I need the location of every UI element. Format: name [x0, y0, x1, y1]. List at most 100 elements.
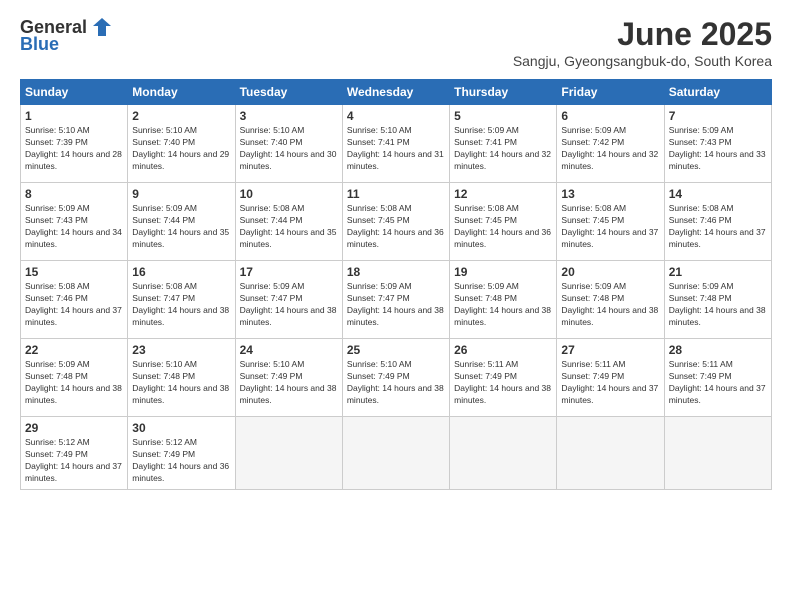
calendar-day-cell: 27 Sunrise: 5:11 AMSunset: 7:49 PMDayligh…	[557, 339, 664, 417]
calendar-day-cell: 17 Sunrise: 5:09 AMSunset: 7:47 PMDayligh…	[235, 261, 342, 339]
calendar-day-cell: 16 Sunrise: 5:08 AMSunset: 7:47 PMDayligh…	[128, 261, 235, 339]
day-info: Sunrise: 5:08 AMSunset: 7:45 PMDaylight:…	[561, 203, 659, 251]
day-number: 19	[454, 265, 552, 279]
calendar-week-row: 15 Sunrise: 5:08 AMSunset: 7:46 PMDayligh…	[21, 261, 772, 339]
day-info: Sunrise: 5:11 AMSunset: 7:49 PMDaylight:…	[454, 359, 552, 407]
day-number: 20	[561, 265, 659, 279]
day-info: Sunrise: 5:09 AMSunset: 7:48 PMDaylight:…	[454, 281, 552, 329]
day-number: 2	[132, 109, 230, 123]
day-info: Sunrise: 5:08 AMSunset: 7:46 PMDaylight:…	[25, 281, 123, 329]
calendar-day-cell: 22Sunrise: 5:09 AMSunset: 7:48 PMDayligh…	[21, 339, 128, 417]
logo-blue: Blue	[20, 34, 59, 55]
day-number: 16	[132, 265, 230, 279]
day-number: 21	[669, 265, 767, 279]
day-info: Sunrise: 5:09 AMSunset: 7:44 PMDaylight:…	[132, 203, 230, 251]
calendar-week-row: 29 Sunrise: 5:12 AMSunset: 7:49 PMDayligh…	[21, 417, 772, 490]
day-info: Sunrise: 5:12 AMSunset: 7:49 PMDaylight:…	[132, 437, 230, 485]
day-info: Sunrise: 5:10 AMSunset: 7:49 PMDaylight:…	[240, 359, 338, 407]
day-number: 5	[454, 109, 552, 123]
calendar-day-cell: 28Sunrise: 5:11 AMSunset: 7:49 PMDayligh…	[664, 339, 771, 417]
weekday-header: Wednesday	[342, 80, 449, 105]
day-info: Sunrise: 5:09 AMSunset: 7:41 PMDaylight:…	[454, 125, 552, 173]
day-number: 7	[669, 109, 767, 123]
calendar-day-cell: 26 Sunrise: 5:11 AMSunset: 7:49 PMDayligh…	[450, 339, 557, 417]
day-number: 13	[561, 187, 659, 201]
day-info: Sunrise: 5:09 AMSunset: 7:43 PMDaylight:…	[669, 125, 767, 173]
calendar-empty-cell	[450, 417, 557, 490]
calendar-day-cell: 9 Sunrise: 5:09 AMSunset: 7:44 PMDaylight…	[128, 183, 235, 261]
day-info: Sunrise: 5:09 AMSunset: 7:47 PMDaylight:…	[240, 281, 338, 329]
day-info: Sunrise: 5:09 AMSunset: 7:48 PMDaylight:…	[561, 281, 659, 329]
day-info: Sunrise: 5:08 AMSunset: 7:46 PMDaylight:…	[669, 203, 767, 251]
day-number: 8	[25, 187, 123, 201]
calendar-day-cell: 15 Sunrise: 5:08 AMSunset: 7:46 PMDayligh…	[21, 261, 128, 339]
title-section: June 2025 Sangju, Gyeongsangbuk-do, Sout…	[513, 16, 772, 69]
calendar-day-cell: 19 Sunrise: 5:09 AMSunset: 7:48 PMDayligh…	[450, 261, 557, 339]
calendar-day-cell: 14Sunrise: 5:08 AMSunset: 7:46 PMDayligh…	[664, 183, 771, 261]
calendar-day-cell: 25 Sunrise: 5:10 AMSunset: 7:49 PMDayligh…	[342, 339, 449, 417]
logo: General Blue	[20, 16, 113, 55]
calendar-day-cell: 7 Sunrise: 5:09 AMSunset: 7:43 PMDaylight…	[664, 105, 771, 183]
day-number: 17	[240, 265, 338, 279]
calendar-week-row: 8 Sunrise: 5:09 AMSunset: 7:43 PMDaylight…	[21, 183, 772, 261]
day-number: 15	[25, 265, 123, 279]
calendar-page: General Blue June 2025 Sangju, Gyeongsan…	[0, 0, 792, 612]
month-title: June 2025	[513, 16, 772, 53]
weekday-header-row: SundayMondayTuesdayWednesdayThursdayFrid…	[21, 80, 772, 105]
calendar-day-cell: 4Sunrise: 5:10 AMSunset: 7:41 PMDaylight…	[342, 105, 449, 183]
logo-icon	[91, 16, 113, 38]
calendar-day-cell: 11Sunrise: 5:08 AMSunset: 7:45 PMDayligh…	[342, 183, 449, 261]
weekday-header: Tuesday	[235, 80, 342, 105]
day-info: Sunrise: 5:08 AMSunset: 7:45 PMDaylight:…	[347, 203, 445, 251]
calendar-day-cell: 8 Sunrise: 5:09 AMSunset: 7:43 PMDaylight…	[21, 183, 128, 261]
calendar-day-cell: 1Sunrise: 5:10 AMSunset: 7:39 PMDaylight…	[21, 105, 128, 183]
day-number: 25	[347, 343, 445, 357]
day-info: Sunrise: 5:10 AMSunset: 7:49 PMDaylight:…	[347, 359, 445, 407]
day-info: Sunrise: 5:09 AMSunset: 7:48 PMDaylight:…	[669, 281, 767, 329]
day-number: 26	[454, 343, 552, 357]
day-info: Sunrise: 5:11 AMSunset: 7:49 PMDaylight:…	[669, 359, 767, 407]
day-number: 3	[240, 109, 338, 123]
calendar-empty-cell	[664, 417, 771, 490]
calendar-day-cell: 10 Sunrise: 5:08 AMSunset: 7:44 PMDayligh…	[235, 183, 342, 261]
day-info: Sunrise: 5:10 AMSunset: 7:48 PMDaylight:…	[132, 359, 230, 407]
day-number: 24	[240, 343, 338, 357]
day-info: Sunrise: 5:08 AMSunset: 7:47 PMDaylight:…	[132, 281, 230, 329]
day-info: Sunrise: 5:10 AMSunset: 7:40 PMDaylight:…	[132, 125, 230, 173]
weekday-header: Saturday	[664, 80, 771, 105]
day-info: Sunrise: 5:08 AMSunset: 7:44 PMDaylight:…	[240, 203, 338, 251]
day-number: 30	[132, 421, 230, 435]
calendar-day-cell: 13 Sunrise: 5:08 AMSunset: 7:45 PMDayligh…	[557, 183, 664, 261]
weekday-header: Sunday	[21, 80, 128, 105]
day-number: 6	[561, 109, 659, 123]
day-info: Sunrise: 5:10 AMSunset: 7:39 PMDaylight:…	[25, 125, 123, 173]
calendar-empty-cell	[235, 417, 342, 490]
day-info: Sunrise: 5:12 AMSunset: 7:49 PMDaylight:…	[25, 437, 123, 485]
day-number: 9	[132, 187, 230, 201]
day-info: Sunrise: 5:10 AMSunset: 7:40 PMDaylight:…	[240, 125, 338, 173]
location-subtitle: Sangju, Gyeongsangbuk-do, South Korea	[513, 53, 772, 69]
calendar-day-cell: 12Sunrise: 5:08 AMSunset: 7:45 PMDayligh…	[450, 183, 557, 261]
day-number: 10	[240, 187, 338, 201]
calendar-week-row: 22Sunrise: 5:09 AMSunset: 7:48 PMDayligh…	[21, 339, 772, 417]
day-info: Sunrise: 5:09 AMSunset: 7:42 PMDaylight:…	[561, 125, 659, 173]
day-number: 4	[347, 109, 445, 123]
day-number: 18	[347, 265, 445, 279]
calendar-day-cell: 30 Sunrise: 5:12 AMSunset: 7:49 PMDayligh…	[128, 417, 235, 490]
day-number: 27	[561, 343, 659, 357]
calendar-week-row: 1Sunrise: 5:10 AMSunset: 7:39 PMDaylight…	[21, 105, 772, 183]
day-number: 29	[25, 421, 123, 435]
page-header: General Blue June 2025 Sangju, Gyeongsan…	[20, 16, 772, 69]
weekday-header: Friday	[557, 80, 664, 105]
calendar-day-cell: 5 Sunrise: 5:09 AMSunset: 7:41 PMDaylight…	[450, 105, 557, 183]
calendar-day-cell: 29 Sunrise: 5:12 AMSunset: 7:49 PMDayligh…	[21, 417, 128, 490]
calendar-day-cell: 2 Sunrise: 5:10 AMSunset: 7:40 PMDaylight…	[128, 105, 235, 183]
weekday-header: Monday	[128, 80, 235, 105]
day-info: Sunrise: 5:08 AMSunset: 7:45 PMDaylight:…	[454, 203, 552, 251]
day-info: Sunrise: 5:11 AMSunset: 7:49 PMDaylight:…	[561, 359, 659, 407]
calendar-day-cell: 21 Sunrise: 5:09 AMSunset: 7:48 PMDayligh…	[664, 261, 771, 339]
calendar-empty-cell	[557, 417, 664, 490]
day-info: Sunrise: 5:09 AMSunset: 7:43 PMDaylight:…	[25, 203, 123, 251]
day-number: 23	[132, 343, 230, 357]
calendar-table: SundayMondayTuesdayWednesdayThursdayFrid…	[20, 79, 772, 490]
